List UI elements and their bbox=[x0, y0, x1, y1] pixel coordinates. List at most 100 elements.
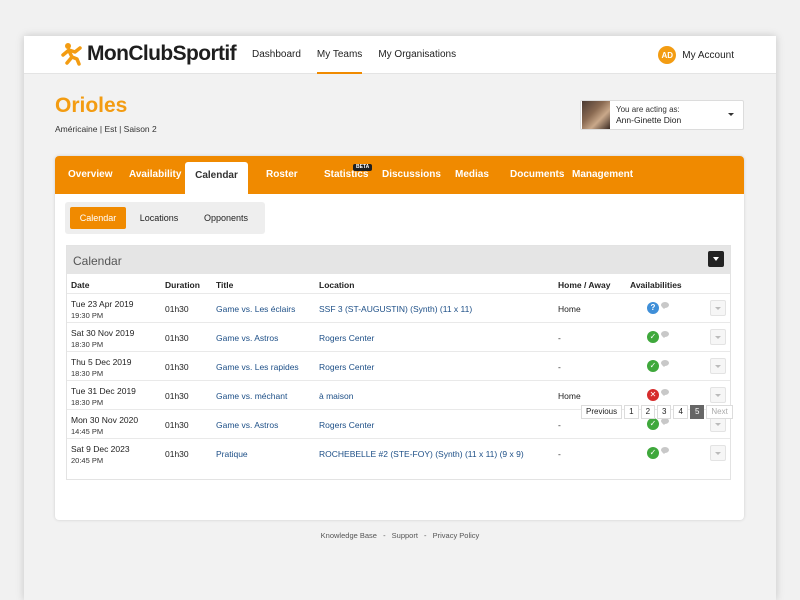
row-dropdown-icon[interactable] bbox=[710, 387, 726, 403]
collapse-chevron-icon[interactable] bbox=[708, 251, 724, 267]
my-account-menu[interactable]: AD My Account bbox=[658, 46, 734, 64]
table-row: Sat 9 Dec 2023 20:45 PM 01h30 Pratique R… bbox=[67, 438, 730, 467]
event-duration: 01h30 bbox=[165, 333, 189, 343]
nav-my-organisations[interactable]: My Organisations bbox=[370, 36, 464, 74]
column-header-date: Date bbox=[71, 280, 90, 290]
subtab-calendar[interactable]: Calendar bbox=[70, 207, 126, 229]
acting-as-selector[interactable]: You are acting as: Ann-Ginette Dion bbox=[580, 100, 744, 130]
availability-check-icon[interactable]: ✓ bbox=[647, 447, 659, 459]
tab-roster[interactable]: Roster bbox=[266, 156, 298, 194]
row-dropdown-icon[interactable] bbox=[710, 300, 726, 316]
event-location-link[interactable]: à maison bbox=[319, 391, 354, 401]
footer: Knowledge Base - Support - Privacy Polic… bbox=[24, 531, 776, 540]
tab-statistics[interactable]: Statistics BETA bbox=[324, 156, 373, 194]
event-time: 14:45 PM bbox=[71, 427, 104, 436]
subtab-opponents[interactable]: Opponents bbox=[193, 207, 259, 229]
nav-dashboard[interactable]: Dashboard bbox=[244, 36, 309, 74]
tab-discussions[interactable]: Discussions bbox=[382, 156, 441, 194]
event-home-away: Home bbox=[558, 391, 581, 401]
footer-link-support[interactable]: Support bbox=[392, 531, 418, 540]
availability-check-icon[interactable]: ✓ bbox=[647, 331, 659, 343]
pagination-next[interactable]: Next bbox=[706, 405, 733, 419]
column-header-home-away: Home / Away bbox=[558, 280, 611, 290]
row-dropdown-icon[interactable] bbox=[710, 445, 726, 461]
availability-check-icon[interactable]: ✓ bbox=[647, 418, 659, 430]
tab-overview[interactable]: Overview bbox=[68, 156, 112, 194]
event-date: Sat 30 Nov 2019 bbox=[71, 328, 135, 338]
event-time: 18:30 PM bbox=[71, 398, 104, 407]
pagination: Previous 1 2 3 4 5 Next bbox=[579, 405, 733, 419]
event-title-link[interactable]: Game vs. Les rapides bbox=[216, 362, 299, 372]
acting-as-label: You are acting as: bbox=[616, 105, 680, 114]
beta-badge: BETA bbox=[353, 164, 373, 171]
tab-management[interactable]: Management bbox=[572, 156, 633, 194]
event-home-away: - bbox=[558, 362, 561, 372]
pagination-page[interactable]: 4 bbox=[673, 405, 688, 419]
event-date: Sat 9 Dec 2023 bbox=[71, 444, 130, 454]
event-date: Tue 23 Apr 2019 bbox=[71, 299, 134, 309]
top-navigation-bar: MonClubSportif Dashboard My Teams My Org… bbox=[24, 36, 776, 74]
event-location-link[interactable]: Rogers Center bbox=[319, 362, 374, 372]
event-location-link[interactable]: ROCHEBELLE #2 (STE-FOY) (Synth) (11 x 11… bbox=[319, 449, 524, 459]
calendar-title: Calendar bbox=[73, 254, 122, 268]
team-panel: Overview Availability Calendar Roster St… bbox=[55, 156, 744, 520]
event-title-link[interactable]: Pratique bbox=[216, 449, 248, 459]
tab-medias[interactable]: Medias bbox=[455, 156, 489, 194]
nav-my-teams[interactable]: My Teams bbox=[309, 36, 370, 74]
subtab-locations[interactable]: Locations bbox=[131, 207, 187, 229]
availability-check-icon[interactable]: ✓ bbox=[647, 360, 659, 372]
tab-documents[interactable]: Documents bbox=[510, 156, 564, 194]
table-row: Sat 30 Nov 2019 18:30 PM 01h30 Game vs. … bbox=[67, 322, 730, 351]
app-window: MonClubSportif Dashboard My Teams My Org… bbox=[24, 36, 776, 600]
caret-down-icon bbox=[728, 113, 734, 116]
pagination-previous[interactable]: Previous bbox=[581, 405, 623, 419]
availability-unknown-icon[interactable]: ? bbox=[647, 302, 659, 314]
event-title-link[interactable]: Game vs. méchant bbox=[216, 391, 287, 401]
brand-logo[interactable]: MonClubSportif bbox=[60, 42, 237, 66]
event-location-link[interactable]: Rogers Center bbox=[319, 333, 374, 343]
event-title-link[interactable]: Game vs. Astros bbox=[216, 420, 278, 430]
comment-bubble-icon[interactable] bbox=[661, 360, 669, 367]
calendar-header: Calendar bbox=[67, 246, 730, 274]
team-name: Orioles bbox=[55, 94, 128, 117]
account-avatar: AD bbox=[658, 46, 677, 64]
pagination-page[interactable]: 1 bbox=[624, 405, 639, 419]
pagination-page[interactable]: 3 bbox=[657, 405, 672, 419]
event-title-link[interactable]: Game vs. Astros bbox=[216, 333, 278, 343]
event-home-away: - bbox=[558, 449, 561, 459]
account-label: My Account bbox=[682, 49, 734, 61]
pagination-page[interactable]: 2 bbox=[640, 405, 656, 419]
row-dropdown-icon[interactable] bbox=[710, 329, 726, 345]
event-title-link[interactable]: Game vs. Les éclairs bbox=[216, 304, 295, 314]
event-location-link[interactable]: Rogers Center bbox=[319, 420, 374, 430]
availability-cross-icon[interactable]: ✕ bbox=[647, 389, 659, 401]
event-date: Mon 30 Nov 2020 bbox=[71, 415, 139, 425]
footer-separator: - bbox=[383, 531, 386, 540]
event-time: 20:45 PM bbox=[71, 456, 104, 465]
team-subtitle: Américaine | Est | Saison 2 bbox=[55, 124, 157, 134]
comment-bubble-icon[interactable] bbox=[661, 389, 669, 396]
comment-bubble-icon[interactable] bbox=[661, 447, 669, 454]
column-header-duration: Duration bbox=[165, 280, 200, 290]
footer-link-privacy-policy[interactable]: Privacy Policy bbox=[433, 531, 480, 540]
table-row: Thu 5 Dec 2019 18:30 PM 01h30 Game vs. L… bbox=[67, 351, 730, 380]
event-time: 18:30 PM bbox=[71, 369, 104, 378]
pagination-page-current[interactable]: 5 bbox=[689, 405, 705, 419]
row-dropdown-icon[interactable] bbox=[710, 358, 726, 374]
tab-calendar[interactable]: Calendar bbox=[185, 162, 248, 194]
tab-availability[interactable]: Availability bbox=[129, 156, 181, 194]
comment-bubble-icon[interactable] bbox=[661, 331, 669, 338]
column-header-location: Location bbox=[319, 280, 355, 290]
event-duration: 01h30 bbox=[165, 391, 189, 401]
footer-separator: - bbox=[424, 531, 427, 540]
event-date: Tue 31 Dec 2019 bbox=[71, 386, 136, 396]
footer-link-knowledge-base[interactable]: Knowledge Base bbox=[321, 531, 377, 540]
team-tabs: Overview Availability Calendar Roster St… bbox=[55, 156, 744, 194]
event-date: Thu 5 Dec 2019 bbox=[71, 357, 132, 367]
event-duration: 01h30 bbox=[165, 304, 189, 314]
comment-bubble-icon[interactable] bbox=[661, 302, 669, 309]
event-location-link[interactable]: SSF 3 (ST-AUGUSTIN) (Synth) (11 x 11) bbox=[319, 304, 472, 314]
event-time: 18:30 PM bbox=[71, 340, 104, 349]
brand-name: MonClubSportif bbox=[87, 42, 237, 65]
main-nav: Dashboard My Teams My Organisations bbox=[244, 36, 464, 74]
